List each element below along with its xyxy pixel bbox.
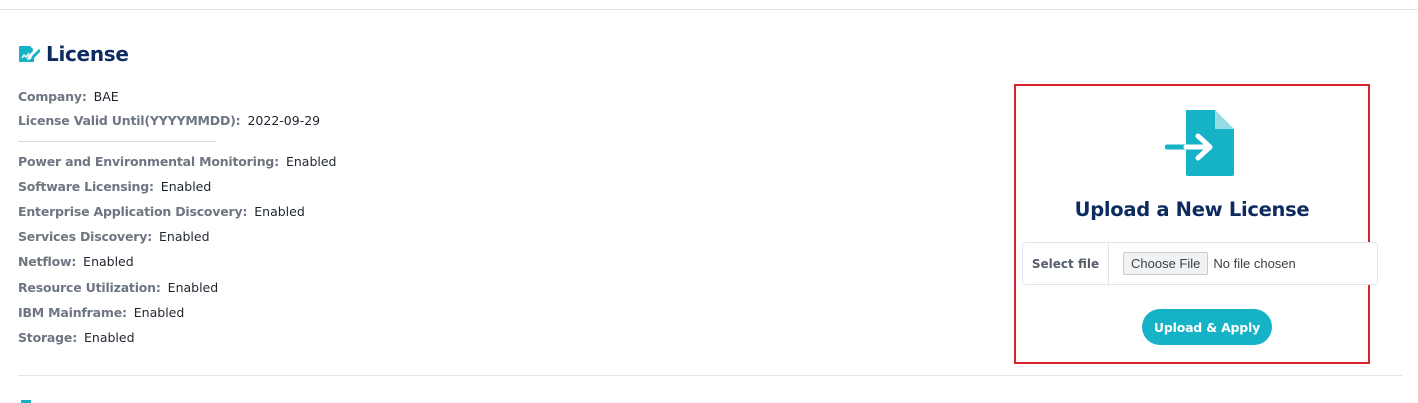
company-label: Company: [18,88,87,104]
feature-value: Enabled [159,229,210,245]
company-row: Company: BAE [18,84,336,109]
page-title: License [46,42,129,66]
valid-until-label: License Valid Until(YYYYMMDD): [18,113,241,129]
file-import-icon [1165,110,1234,176]
top-divider [0,9,1418,10]
feature-row: Netflow: Enabled [18,249,336,274]
feature-label: Enterprise Application Discovery: [18,204,248,220]
upload-title: Upload a New License [1074,198,1310,221]
feature-label: Netflow: [18,254,77,270]
feature-row: Services Discovery: Enabled [18,224,336,249]
feature-row: Software Licensing: Enabled [18,174,336,199]
valid-until-row: License Valid Until(YYYYMMDD): 2022-09-2… [18,109,336,134]
license-info: Company: BAE License Valid Until(YYYYMMD… [18,84,336,350]
upload-apply-button[interactable]: Upload & Apply [1142,309,1272,345]
feature-label: Software Licensing: [18,179,154,195]
select-file-label: Select file [1023,243,1109,284]
company-value: BAE [93,88,119,104]
valid-until-value: 2022-09-29 [247,113,321,129]
feature-value: Enabled [83,254,134,270]
feature-list: Power and Environmental Monitoring: Enab… [18,149,336,350]
license-header: License [18,42,129,66]
feature-label: IBM Mainframe: [18,304,127,320]
feature-row: IBM Mainframe: Enabled [18,300,336,325]
feature-label: Resource Utilization: [18,279,161,295]
feature-value: Enabled [133,304,185,320]
section-divider [18,375,1402,376]
file-status-text: No file chosen [1213,256,1296,271]
feature-value: Enabled [84,329,135,345]
feature-label: Services Discovery: [18,229,152,245]
next-section-icon [21,400,31,403]
feature-row: Enterprise Application Discovery: Enable… [18,199,336,224]
next-section-title [62,398,262,403]
feature-value: Enabled [254,204,305,220]
license-edit-icon [19,46,40,62]
file-input-group: Select file Choose File No file chosen [1022,242,1378,285]
feature-row: Power and Environmental Monitoring: Enab… [18,149,336,174]
info-divider [18,141,216,142]
feature-value: Enabled [285,154,337,170]
next-section-header [18,396,262,403]
choose-file-button[interactable]: Choose File [1123,252,1209,275]
feature-row: Resource Utilization: Enabled [18,274,336,299]
feature-label: Storage: [18,329,77,345]
feature-value: Enabled [167,279,219,295]
feature-row: Storage: Enabled [18,325,336,350]
upload-license-panel: Upload a New License Select file Choose … [1014,84,1378,364]
feature-value: Enabled [160,179,212,195]
feature-label: Power and Environmental Monitoring: [18,154,279,170]
